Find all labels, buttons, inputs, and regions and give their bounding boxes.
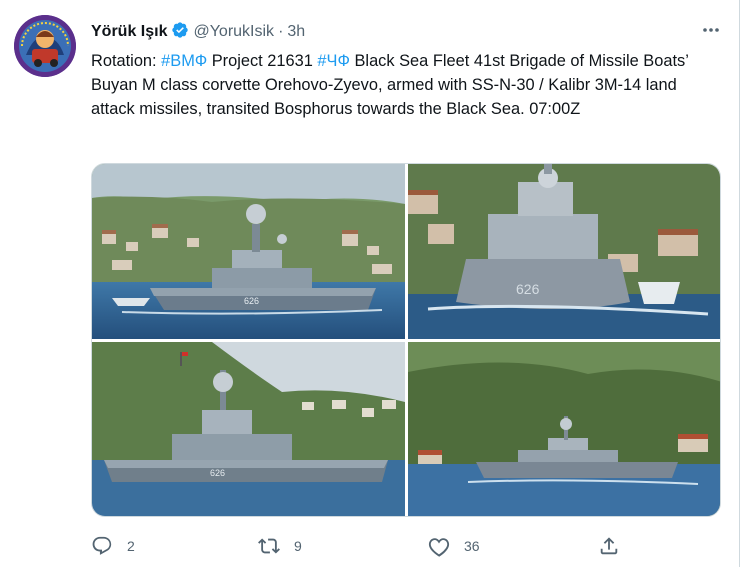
photo-corvette-side: 626 <box>92 164 405 339</box>
tweet-text-part: Rotation: <box>91 52 162 70</box>
tweet-actions: 2 9 36 <box>91 534 721 558</box>
media-grid-divider <box>92 339 720 342</box>
share-button[interactable] <box>598 534 620 558</box>
media-photo[interactable] <box>408 342 720 516</box>
retweet-button[interactable]: 9 <box>258 534 302 558</box>
tweet-header: Yörük Işık @YorukIsik · 3h <box>91 21 305 45</box>
avatar-illustration <box>14 15 76 77</box>
avatar[interactable] <box>14 15 76 77</box>
separator-dot: · <box>278 23 284 40</box>
media-grid: 626 626 626 <box>91 163 721 517</box>
like-button[interactable]: 36 <box>428 534 480 558</box>
hull-number: 626 <box>244 296 259 306</box>
reply-icon <box>92 536 112 555</box>
photo-corvette-distant <box>408 342 720 516</box>
more-icon[interactable] <box>701 20 721 40</box>
verified-badge-icon <box>171 21 189 45</box>
retweet-count: 9 <box>294 538 302 554</box>
display-name[interactable]: Yörük Işık <box>91 23 167 40</box>
hull-number: 626 <box>210 468 225 478</box>
hashtag-link[interactable]: #ЧФ <box>317 52 350 70</box>
media-photo[interactable]: 626 <box>92 164 405 339</box>
media-photo[interactable]: 626 <box>92 342 405 516</box>
like-icon <box>428 538 450 557</box>
timestamp[interactable]: 3h <box>287 23 305 40</box>
photo-corvette-bow: 626 <box>408 164 720 339</box>
share-icon <box>600 537 618 555</box>
tweet-text-part: Project 21631 <box>207 52 318 70</box>
tweet-card[interactable]: Yörük Işık @YorukIsik · 3h Rotation: #ВМФ P… <box>0 0 740 567</box>
reply-count: 2 <box>127 538 135 554</box>
photo-corvette-hillside: 626 <box>92 342 405 516</box>
hull-number: 626 <box>516 281 540 297</box>
user-handle[interactable]: @YorukIsik <box>193 23 274 40</box>
tweet-text: Rotation: #ВМФ Project 21631 #ЧФ Black S… <box>91 49 721 121</box>
like-count: 36 <box>464 538 480 554</box>
retweet-icon <box>258 538 280 554</box>
reply-button[interactable]: 2 <box>91 534 135 558</box>
hashtag-link[interactable]: #ВМФ <box>161 52 207 70</box>
media-photo[interactable]: 626 <box>408 164 720 339</box>
